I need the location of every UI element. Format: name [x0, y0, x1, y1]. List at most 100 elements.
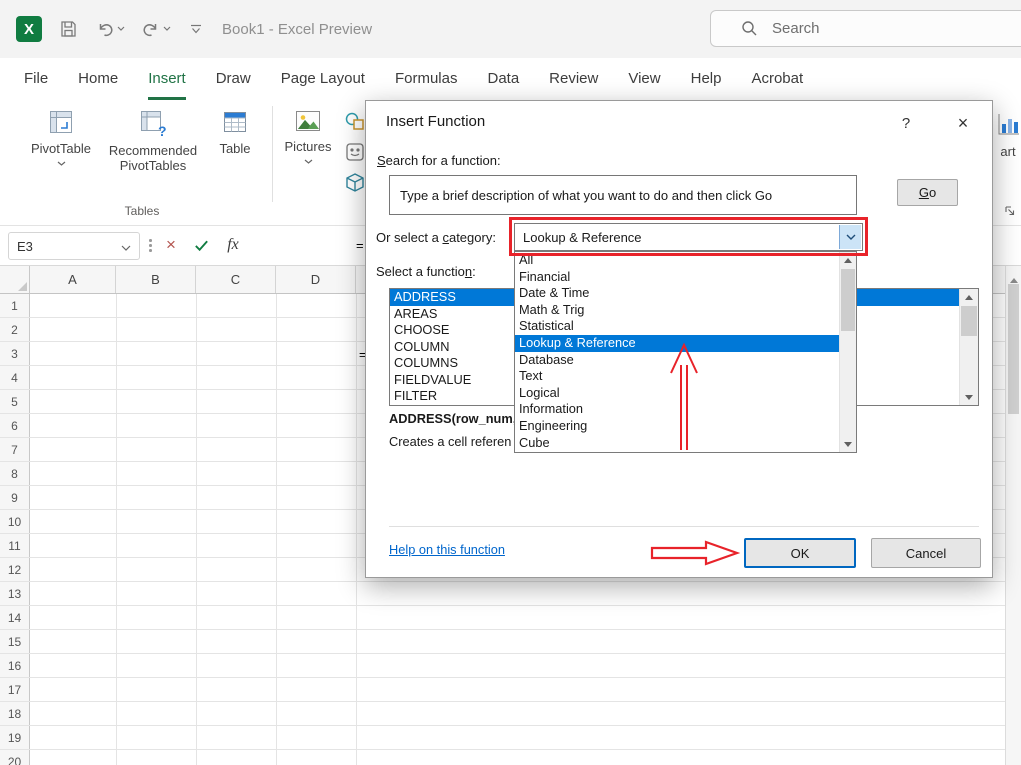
- row-header[interactable]: 12: [0, 558, 30, 581]
- pictures-button[interactable]: Pictures: [280, 108, 336, 164]
- excel-logo-icon: X: [16, 16, 42, 42]
- function-search-input[interactable]: [389, 175, 857, 215]
- scrollbar-thumb[interactable]: [961, 306, 977, 336]
- row-header[interactable]: 18: [0, 702, 30, 725]
- close-icon[interactable]: ×: [945, 107, 981, 139]
- category-option[interactable]: Financial: [515, 269, 839, 286]
- category-option[interactable]: All: [515, 252, 839, 269]
- search-box[interactable]: Search: [710, 10, 1021, 47]
- scroll-up-icon[interactable]: [840, 252, 856, 268]
- pivottable-button[interactable]: PivotTable: [22, 108, 100, 166]
- redo-button[interactable]: [142, 19, 171, 37]
- formula-input[interactable]: =: [356, 231, 364, 259]
- row-header[interactable]: 8: [0, 462, 30, 485]
- column-header[interactable]: C: [196, 266, 276, 293]
- listbox-scrollbar[interactable]: [959, 289, 978, 405]
- menu-tab[interactable]: Formulas: [395, 58, 458, 100]
- tables-group-label: Tables: [124, 204, 160, 218]
- customize-quick-access-button[interactable]: [190, 24, 202, 35]
- column-header[interactable]: B: [116, 266, 196, 293]
- table-icon: [224, 112, 246, 132]
- category-option[interactable]: Date & Time: [515, 285, 839, 302]
- row-header[interactable]: 9: [0, 486, 30, 509]
- cancel-button[interactable]: Cancel: [871, 538, 981, 568]
- document-title: Book1 - Excel Preview: [222, 20, 373, 38]
- dropdown-scrollbar[interactable]: [839, 252, 856, 452]
- vertical-scrollbar[interactable]: [1005, 266, 1021, 765]
- dialog-help-button[interactable]: ?: [888, 107, 924, 139]
- ok-button[interactable]: OK: [744, 538, 856, 568]
- menu-tab[interactable]: Data: [487, 58, 519, 100]
- icons-icon[interactable]: [344, 141, 366, 163]
- row-header[interactable]: 17: [0, 678, 30, 701]
- row-header[interactable]: 14: [0, 606, 30, 629]
- combobox-dropdown-button[interactable]: [839, 225, 861, 249]
- category-option[interactable]: Math & Trig: [515, 302, 839, 319]
- gridline: [356, 294, 357, 765]
- row-header[interactable]: 3: [0, 342, 30, 365]
- column-header[interactable]: D: [276, 266, 356, 293]
- name-box[interactable]: E3: [8, 232, 140, 260]
- scrollbar-thumb[interactable]: [841, 269, 855, 331]
- help-on-function-link[interactable]: Help on this function: [389, 542, 505, 557]
- row-header[interactable]: 13: [0, 582, 30, 605]
- row-header[interactable]: 11: [0, 534, 30, 557]
- grid-row: 17: [0, 678, 1021, 702]
- scroll-down-icon[interactable]: [840, 436, 856, 452]
- grid-row: 19: [0, 726, 1021, 750]
- formula-bar-grip-icon: [149, 239, 152, 252]
- table-button[interactable]: Table: [205, 108, 265, 157]
- recommended-pivottables-button[interactable]: ? Recommended PivotTables: [105, 108, 201, 174]
- save-button[interactable]: [58, 19, 78, 39]
- insert-function-button[interactable]: fx: [220, 231, 246, 259]
- menu-tab[interactable]: File: [24, 58, 48, 100]
- row-header[interactable]: 16: [0, 654, 30, 677]
- shapes-icon[interactable]: [344, 110, 366, 132]
- go-button[interactable]: Go: [897, 179, 958, 206]
- dialog-launcher-button[interactable]: [1004, 204, 1016, 222]
- 3d-models-icon[interactable]: [344, 172, 366, 194]
- category-option[interactable]: Statistical: [515, 318, 839, 335]
- scrollbar-thumb[interactable]: [1008, 284, 1019, 414]
- chevron-down-icon: [57, 161, 65, 166]
- row-header[interactable]: 2: [0, 318, 30, 341]
- row-header[interactable]: 1: [0, 294, 30, 317]
- recommended-pivottables-label: Recommended PivotTables: [108, 143, 198, 173]
- save-icon: [61, 21, 76, 37]
- category-option[interactable]: Text: [515, 368, 839, 385]
- category-option[interactable]: Logical: [515, 385, 839, 402]
- row-header[interactable]: 20: [0, 750, 30, 765]
- select-all-corner[interactable]: [0, 266, 30, 293]
- dialog-launcher-icon: [1005, 206, 1015, 216]
- category-option[interactable]: Information: [515, 401, 839, 418]
- insert-function-dialog[interactable]: Insert Function ? × Search for a functio…: [365, 100, 993, 578]
- row-header[interactable]: 5: [0, 390, 30, 413]
- menu-tab[interactable]: Acrobat: [751, 58, 803, 100]
- category-option[interactable]: Engineering: [515, 418, 839, 435]
- menu-tab[interactable]: Insert: [148, 58, 186, 100]
- pictures-icon: [296, 111, 320, 131]
- row-header[interactable]: 15: [0, 630, 30, 653]
- column-header[interactable]: A: [30, 266, 116, 293]
- menu-tab[interactable]: Review: [549, 58, 598, 100]
- menu-tab[interactable]: Help: [691, 58, 722, 100]
- menu-tab[interactable]: View: [628, 58, 660, 100]
- category-combobox[interactable]: Lookup & Reference: [514, 223, 863, 251]
- category-option[interactable]: Database: [515, 352, 839, 369]
- menu-tab[interactable]: Page Layout: [281, 58, 365, 100]
- category-option[interactable]: Cube: [515, 435, 839, 452]
- scroll-up-icon[interactable]: [960, 289, 978, 305]
- menu-tab[interactable]: Draw: [216, 58, 251, 100]
- row-header[interactable]: 7: [0, 438, 30, 461]
- row-header[interactable]: 10: [0, 510, 30, 533]
- scroll-down-icon[interactable]: [960, 389, 978, 405]
- row-header[interactable]: 4: [0, 366, 30, 389]
- row-header[interactable]: 19: [0, 726, 30, 749]
- menu-tab[interactable]: Home: [78, 58, 118, 100]
- cancel-entry-button[interactable]: ×: [158, 231, 184, 259]
- undo-button[interactable]: [96, 19, 125, 37]
- titlebar: X Book1 - Excel Preview Search: [0, 0, 1021, 58]
- category-option[interactable]: Lookup & Reference: [515, 334, 839, 352]
- row-header[interactable]: 6: [0, 414, 30, 437]
- confirm-entry-button[interactable]: [188, 231, 214, 259]
